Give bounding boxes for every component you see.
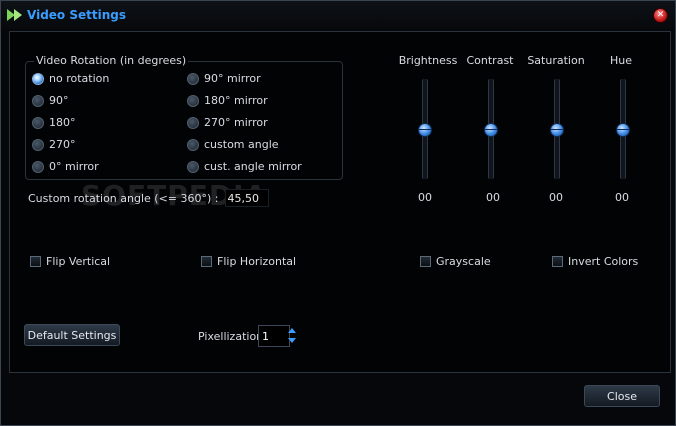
checkbox-box (420, 256, 431, 267)
chevron-up-icon[interactable] (287, 326, 297, 334)
checkbox-box (552, 256, 563, 267)
radio-indicator (187, 116, 199, 129)
rotation-group-title: Video Rotation (in degrees) (34, 54, 189, 67)
radio-180[interactable]: 180° (32, 116, 76, 129)
hue-value: 00 (615, 191, 629, 204)
chevron-down-icon[interactable] (287, 337, 297, 345)
custom-angle-input[interactable] (224, 189, 269, 207)
brightness-slider[interactable] (418, 79, 432, 179)
contrast-label: Contrast (466, 54, 514, 67)
saturation-label: Saturation (527, 54, 585, 67)
radio-no-rotation[interactable]: no rotation (32, 72, 109, 85)
radio-label: 270° (49, 138, 76, 151)
hue-slider[interactable] (616, 79, 630, 179)
close-button[interactable]: Close (584, 385, 660, 407)
radio-label: 90° (49, 94, 69, 107)
pixellization-label: Pixellization (198, 330, 264, 343)
radio-indicator (32, 138, 44, 151)
radio-label: 90° mirror (204, 72, 261, 85)
radio-indicator (187, 138, 199, 151)
radio-indicator (32, 116, 44, 129)
radio-indicator (32, 72, 44, 85)
close-icon[interactable]: ✕ (653, 8, 668, 23)
radio-label: custom angle (204, 138, 279, 151)
grayscale-checkbox[interactable]: Grayscale (420, 255, 491, 268)
checkbox-label: Flip Vertical (46, 255, 111, 268)
radio-indicator (187, 94, 199, 107)
radio-label: 270° mirror (204, 116, 268, 129)
radio-label: 180° (49, 116, 76, 129)
flip-horizontal-checkbox[interactable]: Flip Horizontal (201, 255, 296, 268)
pixellization-input[interactable] (258, 325, 290, 347)
default-settings-button[interactable]: Default Settings (24, 324, 120, 346)
video-settings-window: Video Settings ✕ Video Rotation (in degr… (0, 0, 676, 426)
contrast-slider[interactable] (484, 79, 498, 179)
window-title: Video Settings (27, 8, 126, 22)
flip-vertical-checkbox[interactable]: Flip Vertical (30, 255, 110, 268)
checkbox-label: Invert Colors (568, 255, 639, 268)
radio-180-mirror[interactable]: 180° mirror (187, 94, 268, 107)
radio-custom-angle[interactable]: custom angle (187, 138, 279, 151)
radio-indicator (32, 94, 44, 107)
radio-indicator (187, 160, 199, 173)
radio-label: no rotation (49, 72, 110, 85)
custom-angle-label: Custom rotation angle (<= 360°) : (28, 191, 219, 205)
slider-thumb[interactable] (550, 123, 564, 137)
invert-colors-checkbox[interactable]: Invert Colors (552, 255, 638, 268)
radio-label: 0° mirror (49, 160, 99, 173)
hue-label: Hue (609, 54, 632, 67)
slider-thumb[interactable] (418, 123, 432, 137)
slider-thumb[interactable] (616, 123, 630, 137)
radio-90[interactable]: 90° (32, 94, 69, 107)
checkbox-label: Flip Horizontal (217, 255, 297, 268)
title-bar[interactable]: Video Settings ✕ (1, 1, 675, 29)
radio-label: cust. angle mirror (204, 160, 302, 173)
radio-indicator (32, 160, 44, 173)
brightness-value: 00 (418, 191, 432, 204)
radio-270-mirror[interactable]: 270° mirror (187, 116, 268, 129)
checkbox-label: Grayscale (436, 255, 491, 268)
saturation-slider[interactable] (550, 79, 564, 179)
slider-thumb[interactable] (484, 123, 498, 137)
radio-270[interactable]: 270° (32, 138, 76, 151)
checkbox-box (201, 256, 212, 267)
brightness-label: Brightness (398, 54, 458, 67)
radio-label: 180° mirror (204, 94, 268, 107)
radio-custom-angle-mirror[interactable]: cust. angle mirror (187, 160, 302, 173)
radio-indicator (187, 72, 199, 85)
contrast-value: 00 (486, 191, 500, 204)
checkbox-box (30, 256, 41, 267)
radio-0-mirror[interactable]: 0° mirror (32, 160, 99, 173)
radio-90-mirror[interactable]: 90° mirror (187, 72, 261, 85)
play-arrows-icon (7, 9, 22, 21)
saturation-value: 00 (549, 191, 563, 204)
custom-angle-row: Custom rotation angle (<= 360°) : (28, 189, 269, 207)
